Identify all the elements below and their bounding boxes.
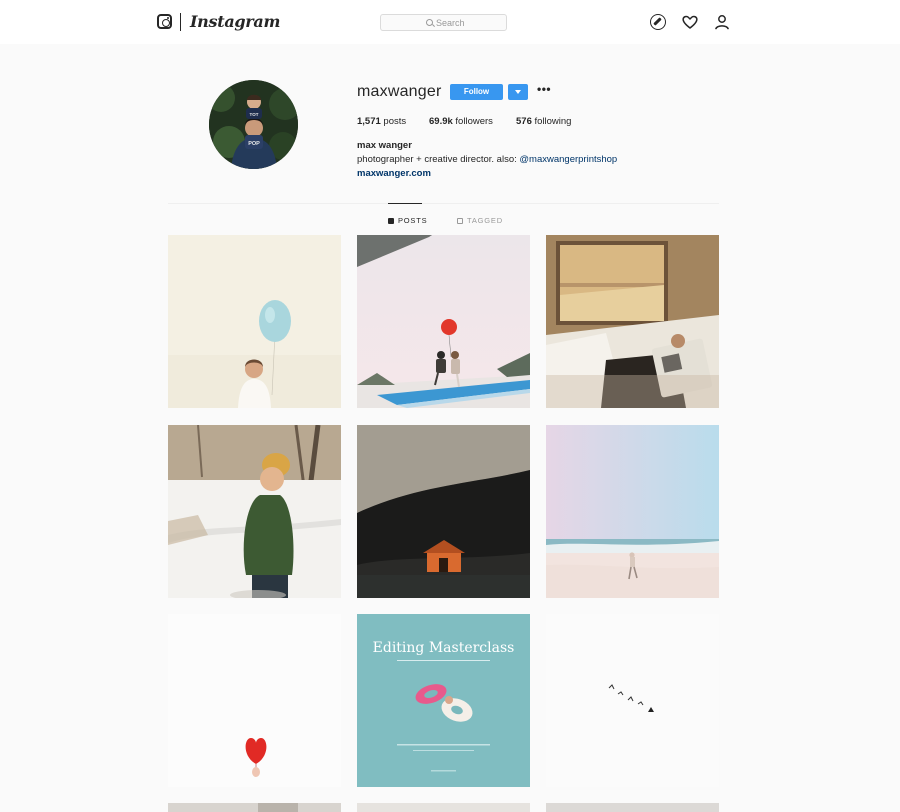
stat-followers-label: followers [455, 116, 493, 127]
stat-followers-count: 69.9k [429, 116, 453, 127]
instagram-wordmark[interactable]: Instagram [190, 12, 280, 31]
post-thumbnail[interactable] [168, 425, 341, 598]
profile-website-link[interactable]: maxwanger.com [357, 168, 431, 179]
avatar-shirt-text: POP [248, 141, 260, 147]
active-tab-indicator [388, 203, 422, 204]
suggested-dropdown-button[interactable] [508, 84, 528, 100]
user-icon[interactable] [714, 14, 730, 30]
post-thumbnail[interactable] [168, 803, 341, 812]
profile-full-name: max wanger [357, 140, 412, 151]
tab-tagged[interactable]: TAGGED [457, 216, 503, 225]
heart-icon[interactable] [682, 14, 698, 30]
tag-icon [457, 217, 463, 224]
stat-following[interactable]: 576 following [516, 116, 571, 127]
stat-followers[interactable]: 69.9k followers [429, 116, 493, 127]
search-input[interactable]: Search [380, 14, 507, 31]
post-thumbnail[interactable]: Editing Masterclass [357, 614, 530, 787]
post-thumbnail[interactable] [168, 235, 341, 408]
post-thumbnail[interactable] [357, 803, 530, 812]
search-placeholder: Search [436, 18, 465, 28]
post-thumbnail[interactable] [357, 425, 530, 598]
profile-avatar[interactable]: POP TOT [209, 80, 298, 169]
top-nav: Instagram Search [0, 0, 900, 44]
post-thumbnail[interactable] [546, 614, 719, 787]
tab-tagged-label: TAGGED [467, 216, 503, 225]
follow-button[interactable]: Follow [450, 84, 503, 100]
profile-username: maxwanger [357, 83, 442, 100]
post-thumbnail[interactable] [546, 803, 719, 812]
stat-posts: 1,571 posts [357, 116, 406, 127]
bio-text: photographer + creative director. also: [357, 154, 520, 165]
avatar-shirt-text-top: TOT [250, 112, 259, 117]
post-overlay-title: Editing Masterclass [372, 640, 515, 656]
logo-divider [180, 13, 181, 31]
more-options-button[interactable]: ••• [537, 82, 551, 96]
bio-mention-link[interactable]: @maxwangerprintshop [519, 154, 617, 165]
post-thumbnail[interactable] [546, 425, 719, 598]
post-thumbnail[interactable] [168, 614, 341, 787]
instagram-glyph-icon[interactable] [157, 14, 172, 29]
tab-posts-label: POSTS [398, 216, 428, 225]
search-icon [426, 19, 433, 26]
stat-following-label: following [534, 116, 572, 127]
stat-following-count: 576 [516, 116, 532, 127]
stat-posts-count: 1,571 [357, 116, 381, 127]
profile-bio: photographer + creative director. also: … [357, 154, 617, 165]
grid-icon [388, 217, 394, 224]
compass-icon[interactable] [650, 14, 666, 30]
post-thumbnail[interactable] [546, 235, 719, 408]
post-thumbnail[interactable] [357, 235, 530, 408]
tab-posts[interactable]: POSTS [388, 216, 427, 225]
stat-posts-label: posts [383, 116, 407, 127]
tabs-divider [168, 203, 719, 204]
